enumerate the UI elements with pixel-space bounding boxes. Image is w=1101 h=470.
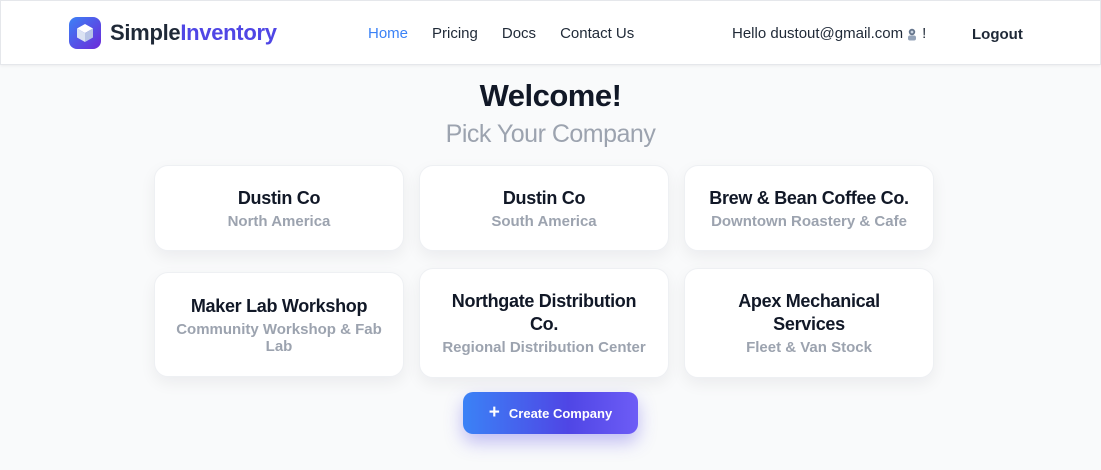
nav-contact-us[interactable]: Contact Us (560, 24, 634, 44)
company-card[interactable]: Northgate Distribution Co. Regional Dist… (419, 268, 669, 378)
company-name: Dustin Co (237, 187, 321, 208)
top-navbar: SimpleInventory Home Pricing Docs Contac… (0, 0, 1101, 65)
nav-docs[interactable]: Docs (502, 24, 536, 44)
company-name: Brew & Bean Coffee Co. (709, 187, 909, 208)
brand-name-simple: Simple (110, 20, 181, 45)
company-card[interactable]: Apex Mechanical Services Fleet & Van Sto… (684, 268, 934, 378)
greeting-text: Hello dustout@gmail.com (732, 25, 904, 42)
page-subtitle: Pick Your Company (445, 120, 656, 148)
create-company-button[interactable]: + Create Company (463, 392, 638, 434)
create-company-label: Create Company (508, 405, 613, 421)
brand-name: SimpleInventory (110, 20, 277, 46)
company-name: Northgate Distribution Co. (451, 291, 637, 334)
page-title: Welcome! (479, 78, 622, 113)
user-avatar-icon (908, 28, 917, 41)
nav-home[interactable]: Home (368, 24, 408, 44)
company-description: South America (491, 212, 597, 230)
greeting-exclamation: ! (922, 25, 927, 42)
company-description: Regional Distribution Center (442, 339, 646, 356)
main-nav: Home Pricing Docs Contact Us (368, 24, 658, 44)
company-card[interactable]: Dustin Co North America (154, 165, 404, 251)
brand[interactable]: SimpleInventory (69, 17, 277, 49)
company-card[interactable]: Maker Lab Workshop Community Workshop & … (154, 272, 404, 377)
company-name: Maker Lab Workshop (190, 295, 368, 316)
user-greeting: Hello dustout@gmail.com ! (732, 24, 926, 44)
company-description: Community Workshop & Fab Lab (176, 320, 382, 355)
plus-icon: + (488, 402, 500, 423)
logout-button[interactable]: Logout (972, 25, 1023, 45)
cube-icon (69, 17, 101, 49)
company-description: Fleet & Van Stock (746, 339, 872, 356)
nav-pricing[interactable]: Pricing (432, 24, 478, 44)
company-description: Downtown Roastery & Cafe (711, 212, 907, 230)
company-card[interactable]: Dustin Co South America (419, 165, 669, 251)
company-name: Dustin Co (502, 187, 586, 208)
company-name: Apex Mechanical Services (738, 291, 880, 334)
brand-name-inventory: Inventory (180, 20, 277, 45)
company-description: North America (227, 212, 331, 230)
company-card[interactable]: Brew & Bean Coffee Co. Downtown Roastery… (684, 165, 934, 251)
